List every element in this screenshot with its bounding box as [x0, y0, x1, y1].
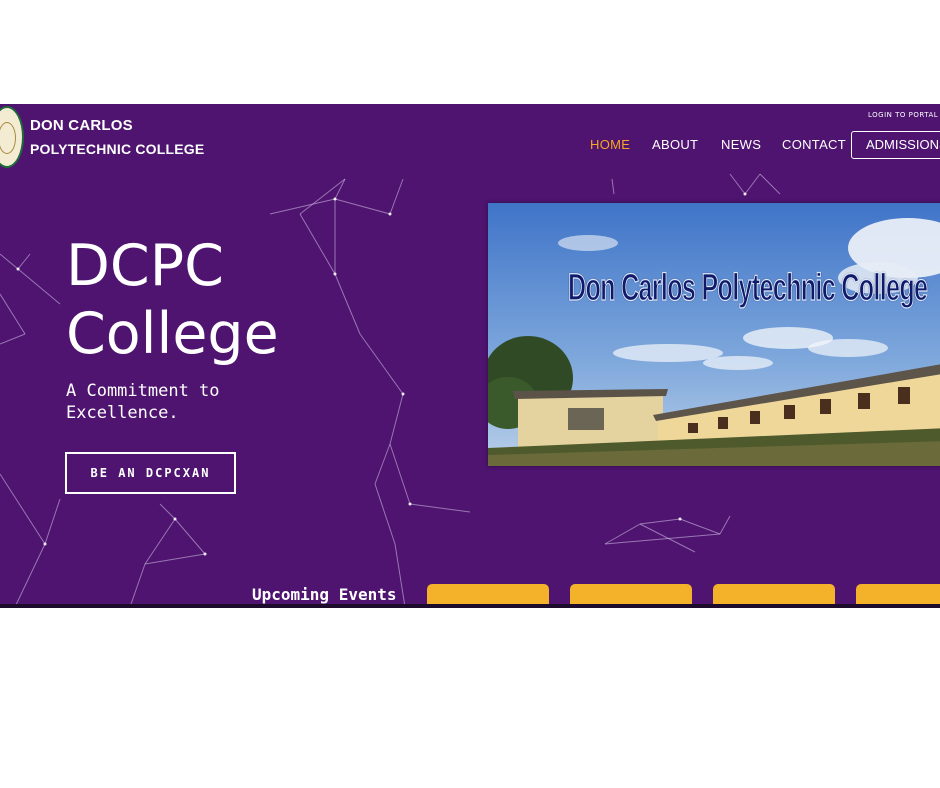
login-portal-link[interactable]: LOGIN TO PORTAL — [868, 111, 938, 119]
hero-subtitle: A Commitment to Excellence. — [66, 381, 220, 423]
hero-title-line-1: DCPC — [66, 233, 224, 299]
hero-title: DCPC College — [66, 232, 279, 368]
admissions-button[interactable]: ADMISSIONS — [851, 131, 940, 159]
nav-home[interactable]: HOME — [590, 137, 630, 152]
nav-contact[interactable]: CONTACT — [782, 137, 846, 152]
photo-caption: Don Carlos Polytechnic College — [568, 266, 929, 309]
join-cta-button[interactable]: BE AN DCPCXAN — [65, 452, 236, 494]
campus-photo: Don Carlos Polytechnic College — [488, 203, 940, 466]
upcoming-events-title: Upcoming Events — [252, 585, 397, 604]
brand-name-line-2[interactable]: POLYTECHNIC COLLEGE — [30, 141, 204, 157]
landing-page: DON CARLOS POLYTECHNIC COLLEGE LOGIN TO … — [0, 104, 940, 607]
hero-title-line-2: College — [66, 301, 279, 367]
nav-about[interactable]: ABOUT — [652, 137, 698, 152]
brand-name-line-1[interactable]: DON CARLOS — [30, 117, 133, 134]
campus-illustration — [488, 203, 940, 466]
nav-news[interactable]: NEWS — [721, 137, 761, 152]
page-bottom-edge — [0, 604, 940, 608]
